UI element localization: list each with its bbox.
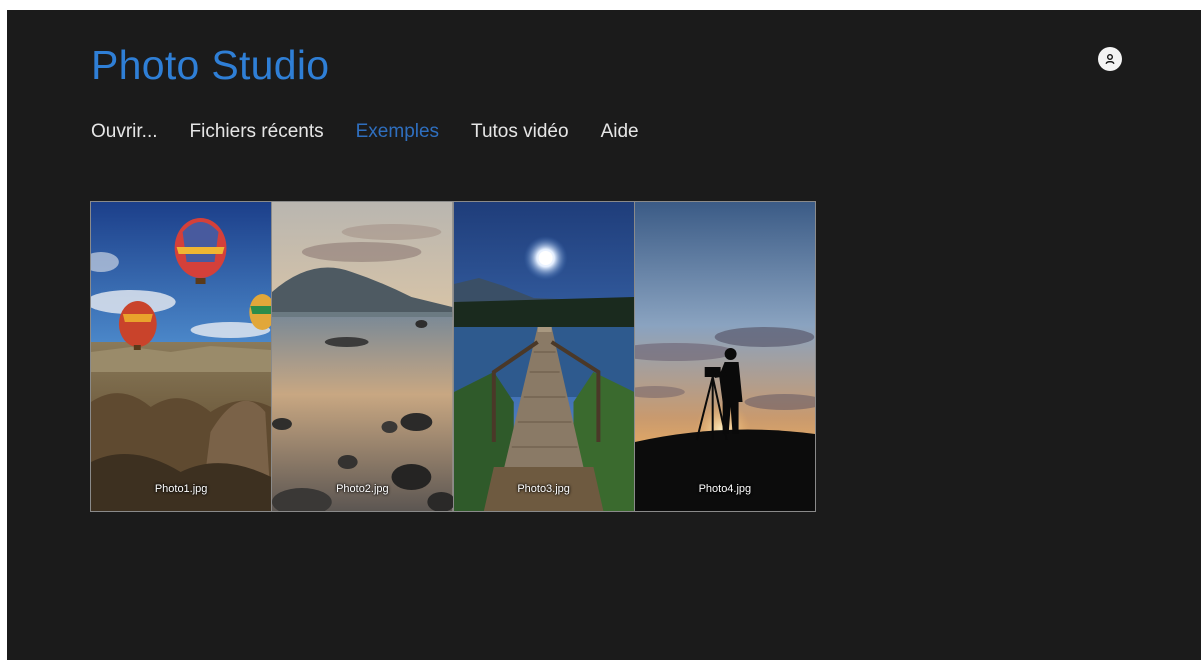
photo-tile-2[interactable]: Photo2.jpg [272, 202, 453, 511]
nav-item-video-tutorials[interactable]: Tutos vidéo [471, 121, 569, 143]
photo-4-caption: Photo4.jpg [698, 483, 752, 495]
nav-item-examples[interactable]: Exemples [356, 121, 439, 143]
example-gallery: Photo1.jpg Photo2.jpg Photo3.jpg Photo4.… [90, 201, 816, 512]
photo-3-caption: Photo3.jpg [517, 483, 570, 495]
photo-2-image [272, 202, 453, 511]
nav-item-recent-files[interactable]: Fichiers récents [190, 121, 324, 143]
photo-4-image [634, 202, 815, 511]
photo-tile-3[interactable]: Photo3.jpg [453, 202, 634, 511]
user-glyph [1105, 54, 1115, 65]
photo-3-image [453, 202, 634, 511]
photo-tile-1[interactable]: Photo1.jpg [91, 202, 272, 511]
photo-2-caption: Photo2.jpg [336, 483, 389, 495]
main-nav: Ouvrir... Fichiers récents Exemples Tuto… [91, 121, 671, 143]
nav-item-help[interactable]: Aide [601, 121, 639, 143]
photo-tile-4[interactable]: Photo4.jpg [634, 202, 815, 511]
app-title: Photo Studio [91, 42, 330, 88]
app-window: Photo Studio Ouvrir... Fichiers récents … [7, 10, 1201, 660]
photo-1-caption: Photo1.jpg [154, 483, 208, 495]
nav-item-open[interactable]: Ouvrir... [91, 121, 158, 143]
user-icon[interactable] [1098, 47, 1122, 71]
photo-1-image [91, 202, 272, 511]
